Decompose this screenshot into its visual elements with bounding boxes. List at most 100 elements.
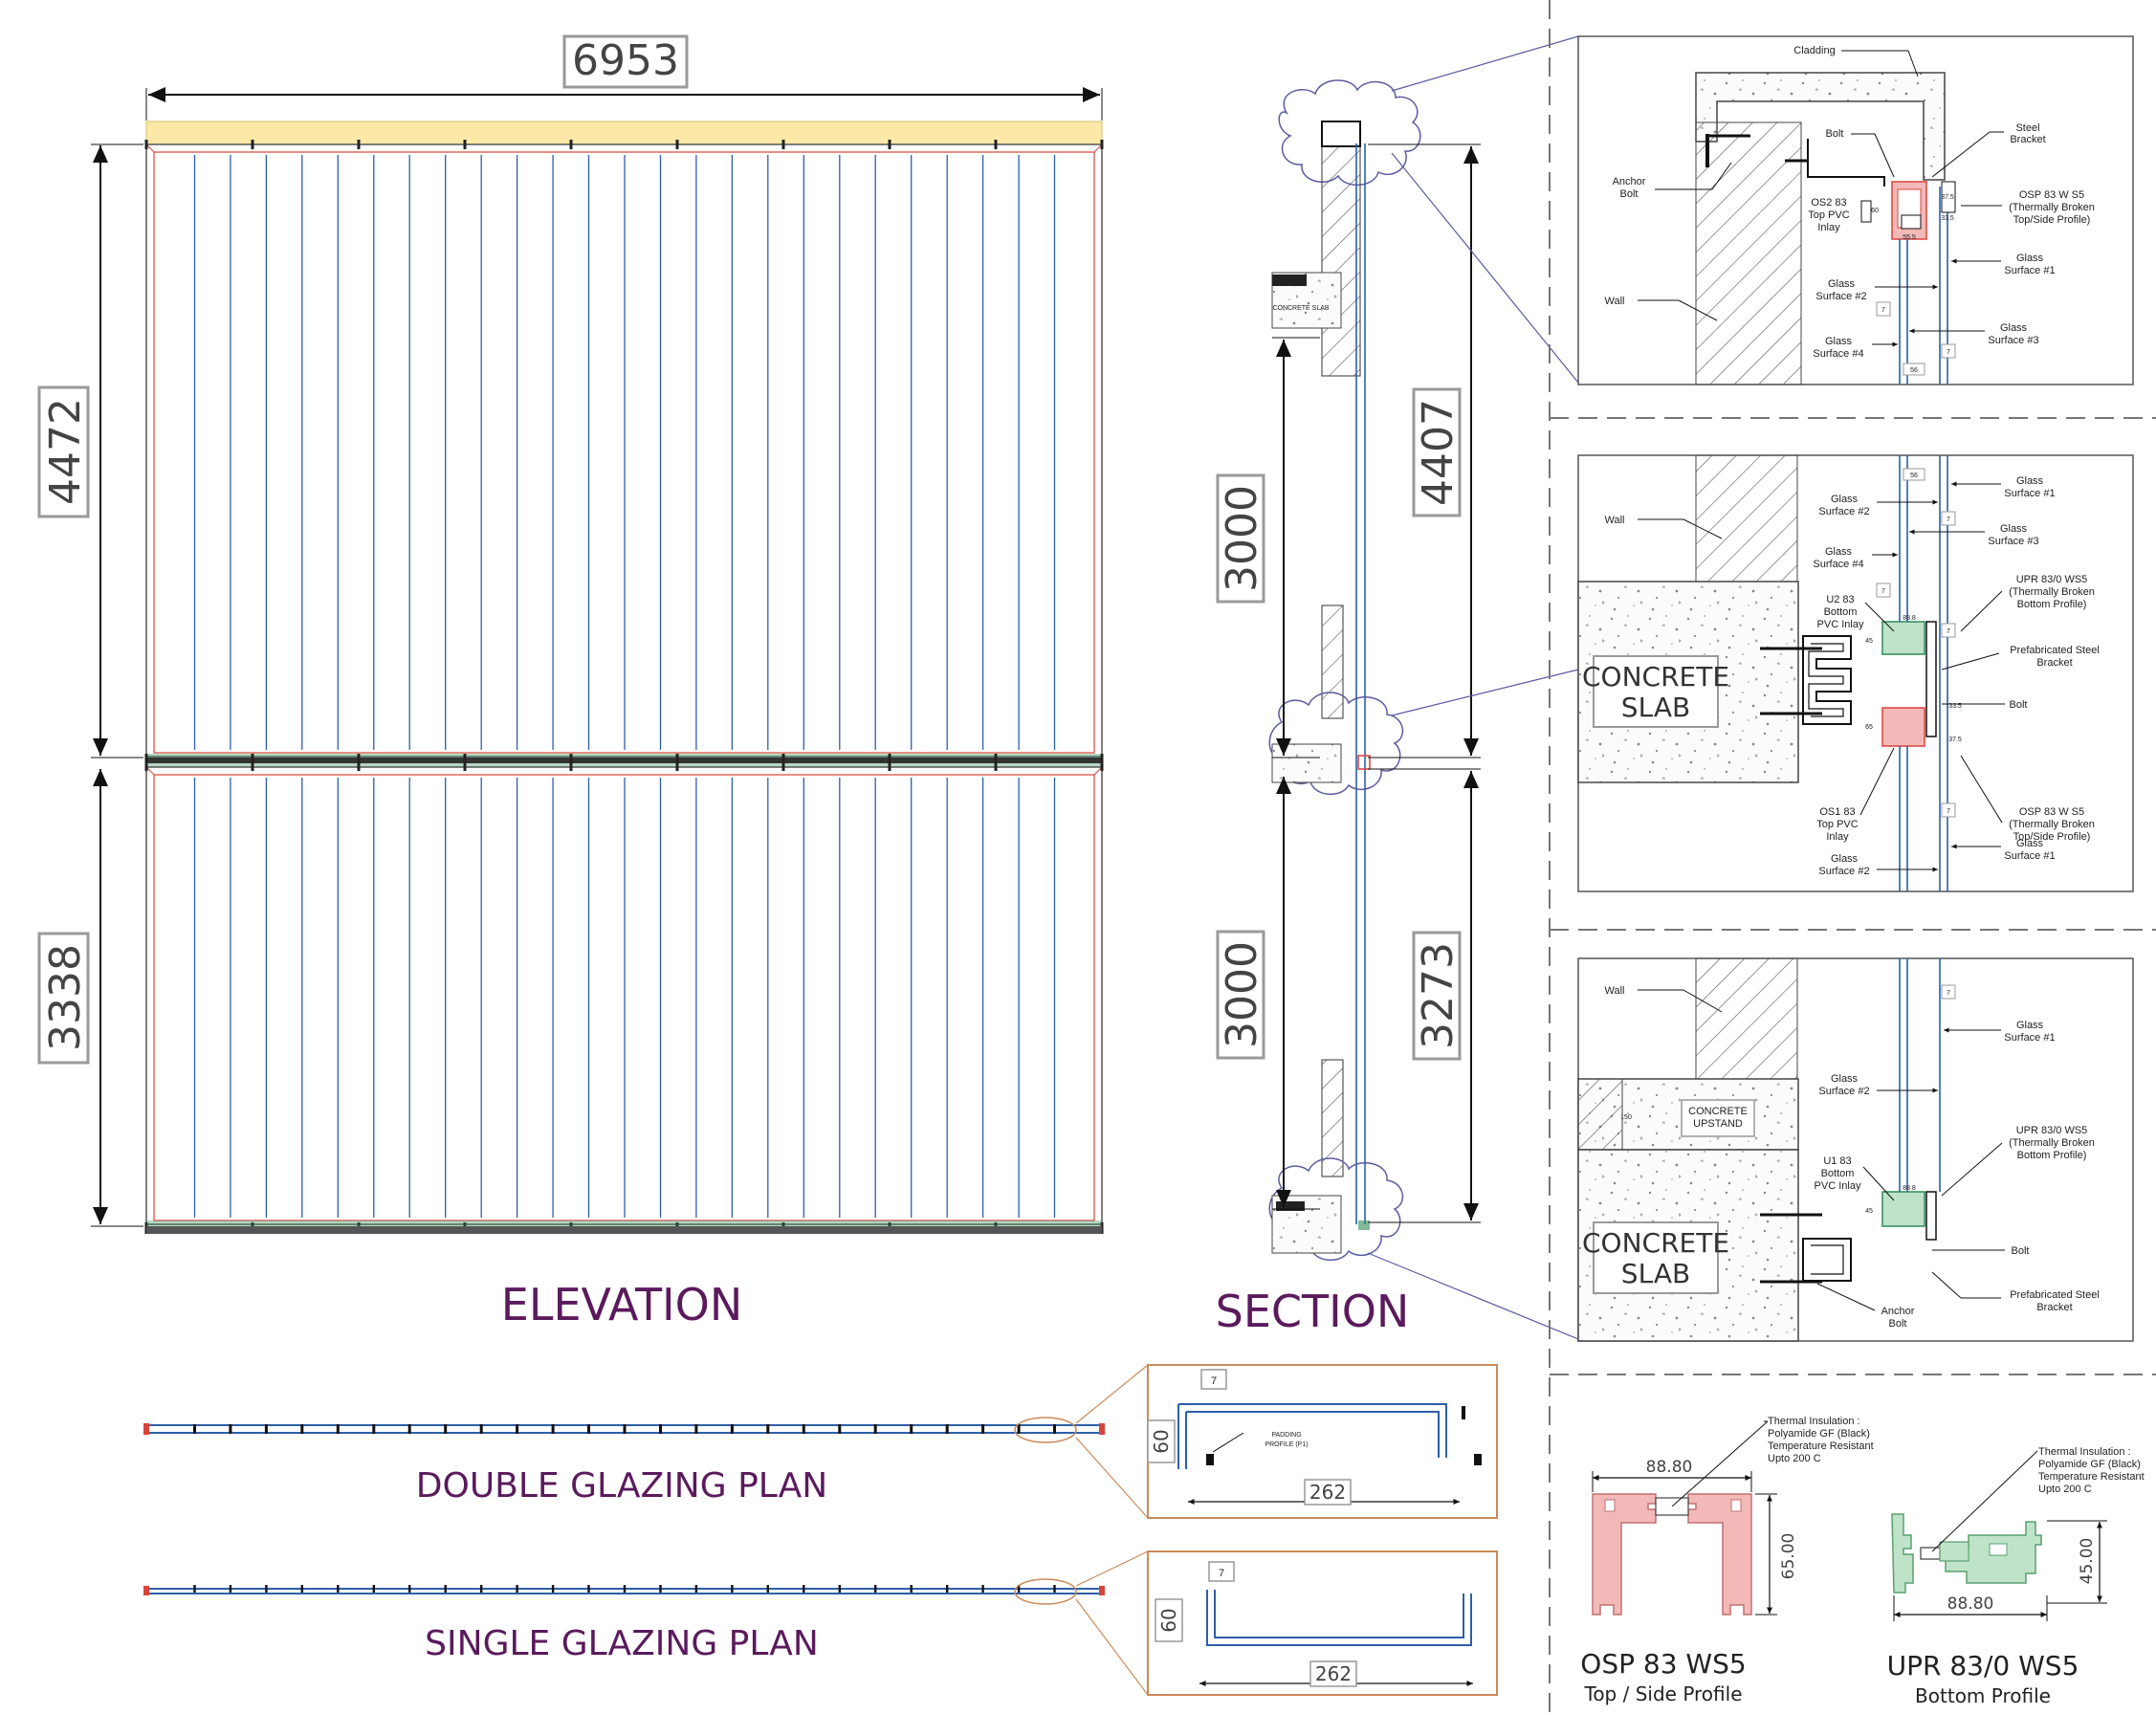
- elevation-mid-anchor: [888, 754, 891, 771]
- single-plan-mullion: [551, 1585, 555, 1593]
- elevation-top-anchor: [463, 140, 467, 149]
- elevation-mid-anchor: [463, 754, 467, 771]
- dt-dim-60: 60: [1871, 208, 1879, 214]
- dm-dim-45: 45: [1865, 638, 1873, 645]
- osp-note-2: Polyamide GF (Black): [1768, 1428, 1870, 1440]
- section-lower-storey-dim: 3000: [1218, 941, 1266, 1048]
- dt-dim-55: 55.5: [1903, 234, 1916, 241]
- db-dim-88: 88.8: [1903, 1185, 1916, 1192]
- single-plan-mullion: [803, 1585, 805, 1593]
- lbl-gs2-1: Glass: [1828, 278, 1856, 290]
- upr-note-2: Polyamide GF (Black): [2038, 1459, 2141, 1470]
- dm-dim-7b: 7: [1881, 588, 1885, 595]
- double-plan-depth-dim: 60: [1150, 1429, 1173, 1453]
- lbl-m-upr-3: Bottom Profile): [2017, 599, 2087, 610]
- lbl-b-gs1-2: Surface #1: [2004, 1032, 2055, 1044]
- elevation-mid-anchor: [994, 754, 998, 771]
- elevation-top-band: [145, 121, 1103, 145]
- elevation-mid-anchor: [357, 754, 361, 771]
- lbl-b-upr-1: UPR 83/0 WS5: [2016, 1125, 2088, 1136]
- detail-bottom-upstand-line1: CONCRETE: [1688, 1106, 1748, 1117]
- lbl-b-wall: Wall: [1605, 985, 1625, 997]
- elevation-mid-anchor: [569, 754, 573, 771]
- lbl-m-gs1b-2: Surface #1: [2004, 850, 2055, 862]
- lbl-m-gs4-2: Surface #4: [1813, 559, 1863, 570]
- lbl-wall: Wall: [1605, 296, 1625, 307]
- double-plan-note-line2: PROFILE (P1): [1265, 1441, 1308, 1448]
- dm-dim-375: 37.5: [1948, 737, 1962, 743]
- double-plan-mullion: [336, 1424, 340, 1434]
- elevation-drawing: 6953 4472 3338 ELEVATION: [37, 34, 1104, 1330]
- lbl-m-gs4-1: Glass: [1825, 546, 1853, 558]
- double-plan-gap-dim: 7: [1211, 1375, 1217, 1387]
- double-plan-mullion: [229, 1424, 232, 1434]
- single-plan-mullion: [444, 1585, 447, 1593]
- lbl-m-os1-2: Top PVC: [1816, 819, 1858, 830]
- lbl-b-gs2-2: Surface #2: [1818, 1086, 1869, 1097]
- lbl-m-gs3-1: Glass: [2000, 523, 2028, 535]
- detail-bottom: CONCRETE UPSTAND CONCRETE SLAB Wall Glas…: [1577, 957, 2134, 1342]
- upr-profile-name: UPR 83/0 WS5: [1887, 1650, 2079, 1682]
- dt-dim-7: 7: [1881, 307, 1885, 314]
- lbl-os2-1: OS2 83: [1811, 197, 1846, 209]
- dm-dim-56: 56: [1910, 473, 1918, 479]
- single-plan-mullion: [1053, 1585, 1056, 1593]
- section-upper-slab-tag: CONCRETE SLAB: [1272, 305, 1329, 312]
- lbl-m-u2-3: PVC Inlay: [1817, 619, 1864, 630]
- lbl-cladding: Cladding: [1793, 45, 1835, 56]
- lbl-m-psb-2: Bracket: [2036, 657, 2072, 669]
- lbl-m-u2-1: U2 83: [1826, 594, 1854, 605]
- double-plan-mullion: [193, 1424, 196, 1434]
- osp-note-3: Temperature Resistant: [1768, 1440, 1874, 1452]
- lbl-b-u1-3: PVC Inlay: [1815, 1180, 1861, 1192]
- osp-profile-detail: 88.80 65.00 Thermal Insulation : Polyami…: [1580, 1416, 1873, 1705]
- lbl-gs1-2: Surface #1: [2004, 265, 2055, 276]
- double-plan-mullion: [766, 1424, 770, 1434]
- single-plan-mullion: [193, 1585, 196, 1593]
- elevation-bottom-base: [146, 1226, 1102, 1234]
- lbl-gs4-1: Glass: [1825, 336, 1853, 347]
- single-plan-mullion: [838, 1585, 841, 1593]
- db-dim-150: 150: [1620, 1114, 1632, 1121]
- db-dim-7: 7: [1947, 990, 1950, 997]
- single-plan-mullion: [946, 1585, 949, 1593]
- lbl-m-os1-3: Inlay: [1826, 831, 1849, 843]
- upr-profile-subtitle: Bottom Profile: [1915, 1684, 2051, 1707]
- double-plan-mullion: [873, 1424, 877, 1434]
- elevation-top-anchor: [888, 140, 891, 149]
- double-plan-mullion: [981, 1424, 985, 1434]
- dt-dim-56: 56: [1910, 367, 1918, 374]
- single-plan-mullion: [587, 1585, 590, 1593]
- detail-middle-slab-line1: CONCRETE: [1582, 661, 1729, 693]
- lbl-m-gs2b-2: Surface #2: [1818, 866, 1869, 877]
- section-lower-glass-dim: 3273: [1414, 942, 1463, 1049]
- db-dim-45: 45: [1865, 1208, 1873, 1215]
- drawing-sheet: 6953 4472 3338 ELEVATION CONCRETE SLAB 3…: [37, 0, 2156, 1715]
- lbl-bolt: Bolt: [1826, 128, 1844, 140]
- lbl-b-gs1-1: Glass: [2016, 1020, 2044, 1031]
- detail-top: Cladding Bolt Steel Bracket Anchor Bolt …: [1577, 35, 2134, 385]
- section-drawing: CONCRETE SLAB 3000 3000 4407 3273 SECTIO…: [1216, 35, 1579, 1340]
- elevation-top-anchor: [994, 140, 998, 149]
- dm-dim-88: 88.8: [1903, 615, 1916, 622]
- detail-middle: CONCRETE SLAB Wall Glass Surface #2 Glas…: [1577, 454, 2134, 892]
- detail-bottom-wall: [1695, 957, 1798, 1080]
- double-plan-mullion: [802, 1424, 805, 1434]
- lbl-m-gs1b-1v: Glass: [2016, 838, 2044, 849]
- elevation-top-anchor: [1100, 140, 1104, 149]
- lbl-b-gs2-1: Glass: [1831, 1073, 1859, 1085]
- elevation-top-anchor: [569, 140, 573, 149]
- lbl-b-bolt: Bolt: [2012, 1245, 2030, 1257]
- lbl-m-gs2-1: Glass: [1831, 494, 1859, 505]
- elevation-upper-height-dim: 4472: [41, 398, 90, 505]
- lbl-m-wall: Wall: [1605, 515, 1625, 526]
- lbl-b-upr-2: (Thermally Broken: [2009, 1137, 2095, 1149]
- detail-bottom-slab-line1: CONCRETE: [1582, 1227, 1729, 1259]
- double-plan-mullion: [1017, 1424, 1021, 1434]
- double-plan-mullion: [587, 1424, 590, 1434]
- upr-note-3: Temperature Resistant: [2038, 1471, 2145, 1483]
- elevation-width-dim: 6953: [572, 36, 679, 85]
- elevation-top-anchor: [251, 140, 254, 149]
- lbl-b-anchor-2: Bolt: [1889, 1318, 1907, 1330]
- single-plan-mullion: [300, 1585, 303, 1593]
